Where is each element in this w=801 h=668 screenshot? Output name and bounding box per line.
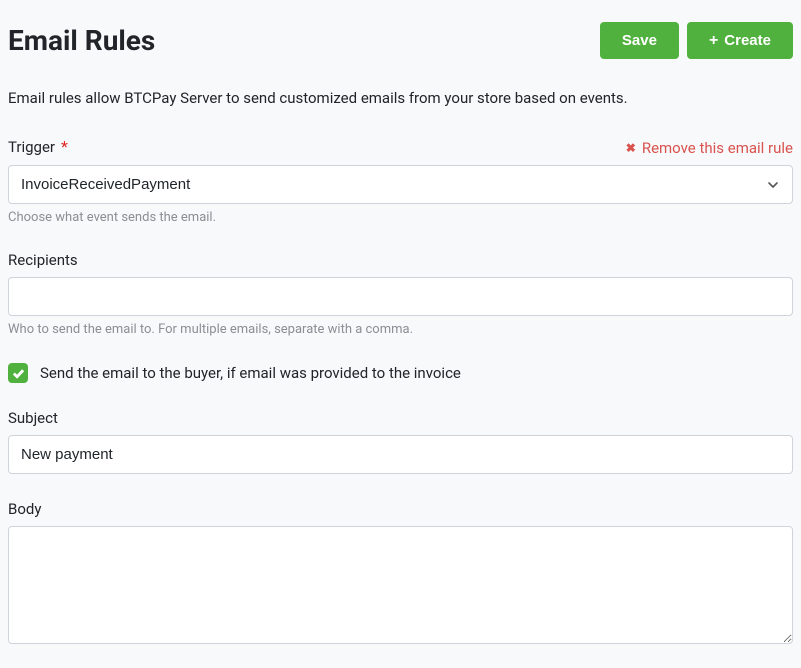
body-label: Body (8, 500, 793, 518)
close-icon: ✖ (626, 142, 636, 154)
page-description: Email rules allow BTCPay Server to send … (8, 89, 793, 107)
page-title: Email Rules (8, 24, 155, 57)
header-actions: Save + Create (600, 22, 793, 59)
remove-rule-label: Remove this email rule (642, 139, 793, 157)
subject-label: Subject (8, 409, 793, 427)
subject-input[interactable] (8, 435, 793, 474)
save-button-label: Save (622, 32, 657, 49)
create-button[interactable]: + Create (687, 22, 793, 59)
recipients-input[interactable] (8, 277, 793, 316)
plus-icon: + (709, 33, 718, 49)
send-to-buyer-label[interactable]: Send the email to the buyer, if email wa… (40, 364, 461, 382)
trigger-help: Choose what event sends the email. (8, 210, 793, 225)
trigger-label: Trigger (8, 138, 55, 156)
recipients-label: Recipients (8, 251, 793, 269)
required-mark: * (61, 137, 68, 156)
save-button[interactable]: Save (600, 22, 679, 59)
recipients-help: Who to send the email to. For multiple e… (8, 322, 793, 337)
create-button-label: Create (724, 32, 771, 49)
check-icon (12, 367, 25, 380)
trigger-select[interactable]: InvoiceReceivedPayment (8, 165, 793, 204)
send-to-buyer-checkbox[interactable] (8, 363, 28, 383)
remove-rule-link[interactable]: ✖ Remove this email rule (626, 139, 793, 157)
body-textarea[interactable] (8, 526, 793, 644)
